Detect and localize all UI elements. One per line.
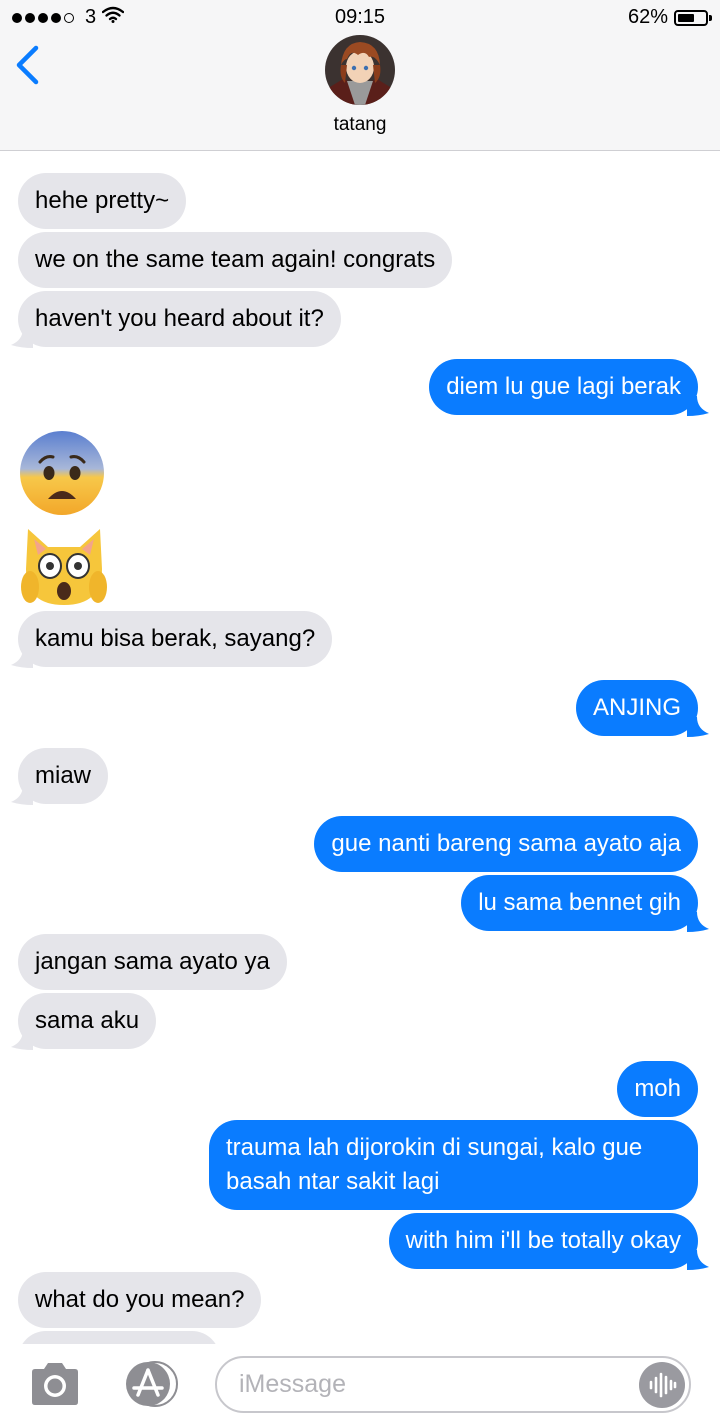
message-bubble-outgoing[interactable]: ANJING <box>575 680 698 736</box>
status-time: 09:15 <box>334 6 386 28</box>
imessage-input[interactable] <box>215 1356 691 1413</box>
message-bubble-incoming[interactable]: hehe pretty~ <box>18 173 187 229</box>
bubble-tail-outgoing <box>687 396 709 416</box>
camera-button[interactable] <box>28 1362 82 1406</box>
bubble-tail-incoming <box>11 648 33 668</box>
message-bubble-incoming[interactable]: haven't you heard about it? <box>18 291 341 347</box>
message-bubble-outgoing[interactable]: lu sama bennet gih <box>461 875 698 931</box>
status-bar: 3 09:15 62% <box>0 0 720 36</box>
message-list[interactable]: hehe pretty~ we on the same team again! … <box>0 151 720 1344</box>
message-bubble-incoming[interactable]: sama aku <box>18 993 157 1049</box>
chevron-left-icon <box>16 45 39 85</box>
message-bubble-outgoing[interactable]: with him i'll be totally okay <box>388 1213 698 1269</box>
battery-level <box>678 13 695 22</box>
message-bubble-outgoing[interactable]: trauma lah dijorokin di sungai, kalo gue… <box>209 1120 698 1210</box>
bubble-tail-incoming <box>11 1030 33 1050</box>
battery-status: 62% <box>628 6 712 29</box>
message-bubble-incoming[interactable]: what do you mean? <box>18 1272 262 1328</box>
message-bubble-outgoing[interactable]: moh <box>617 1061 698 1117</box>
contact-avatar[interactable] <box>325 35 395 105</box>
bubble-tail-outgoing <box>687 717 709 737</box>
battery-percent: 62% <box>627 6 668 28</box>
camera-icon <box>32 1363 78 1405</box>
audio-waveform-icon <box>649 1372 677 1398</box>
battery-icon <box>674 9 708 26</box>
bubble-tail-incoming <box>11 785 33 805</box>
back-button[interactable] <box>14 44 42 86</box>
battery-cap <box>709 14 712 21</box>
bubble-tail-outgoing <box>687 912 709 932</box>
emoji-message-weary-cat[interactable] <box>18 521 110 614</box>
bubble-tail-outgoing <box>687 1250 709 1270</box>
message-bubble-outgoing[interactable]: gue nanti bareng sama ayato aja <box>314 816 698 872</box>
conversation-header: 3 09:15 62% tatang <box>0 0 720 151</box>
contact-name[interactable]: tatang <box>0 114 720 136</box>
audio-message-button[interactable] <box>639 1362 685 1408</box>
message-bubble-outgoing[interactable]: diem lu gue lagi berak <box>429 359 698 415</box>
bubble-tail-incoming <box>11 328 33 348</box>
message-bubble-incoming-partial[interactable] <box>18 1331 220 1344</box>
app-store-icon <box>126 1361 178 1407</box>
emoji-message-fearful-face[interactable] <box>18 429 106 522</box>
app-store-button[interactable] <box>118 1361 182 1407</box>
message-bubble-incoming[interactable]: we on the same team again! congrats <box>18 232 453 288</box>
message-bubble-incoming[interactable]: kamu bisa berak, sayang? <box>18 611 333 667</box>
message-bubble-incoming[interactable]: jangan sama ayato ya <box>18 934 287 990</box>
message-composer <box>0 1344 720 1423</box>
